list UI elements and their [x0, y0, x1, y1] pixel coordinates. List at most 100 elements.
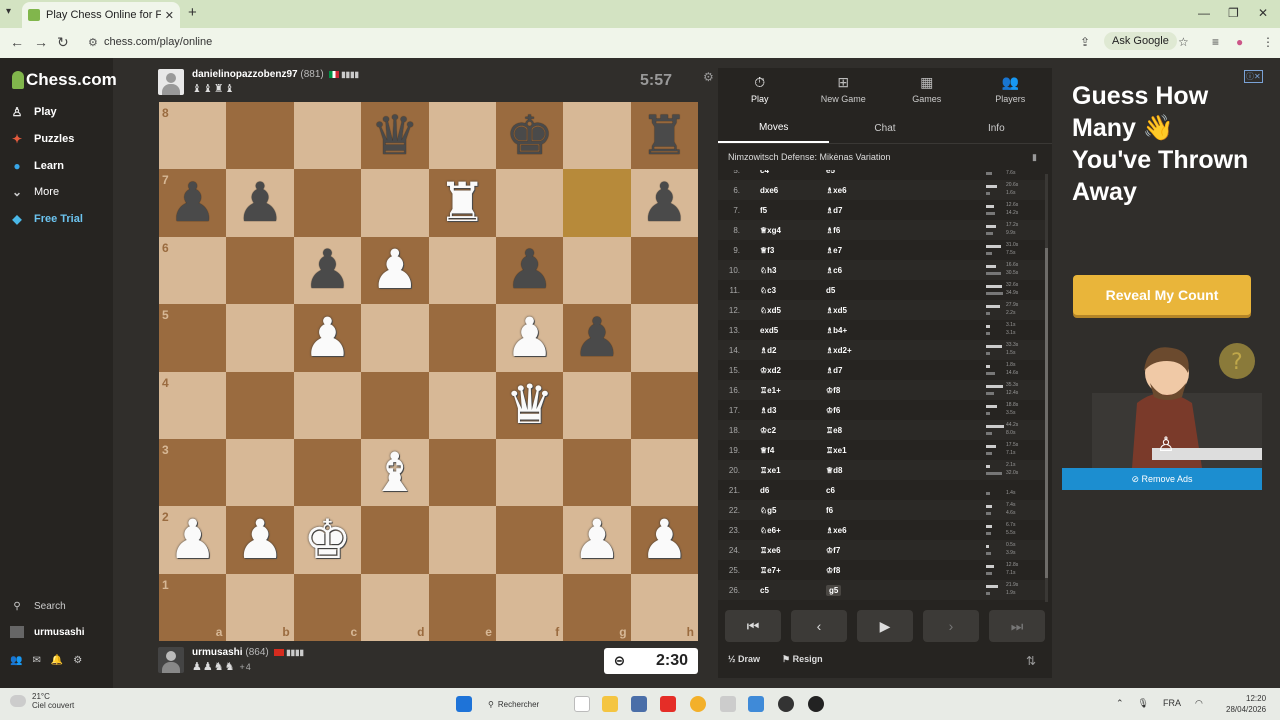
language-indicator[interactable]: FRA [1163, 698, 1181, 709]
address-bar[interactable]: ⚙ chess.com/play/online [80, 32, 1170, 54]
back-icon[interactable]: ← [10, 35, 24, 49]
previous-move-button[interactable]: ‹ [791, 610, 847, 642]
black-move[interactable]: ♗e7 [826, 246, 986, 255]
square-c3[interactable] [293, 438, 362, 507]
book-icon[interactable]: ▮ [1032, 152, 1037, 163]
player-name[interactable]: urmusashi (864) ▮▮▮▮ [192, 647, 304, 658]
black-move[interactable]: ♖xe1 [826, 446, 986, 455]
app-icon-2[interactable] [778, 696, 794, 712]
square-f8[interactable]: ♚ [495, 102, 564, 170]
sidebar-item-free-trial[interactable]: ◆ Free Trial [10, 212, 83, 226]
subtab-chat[interactable]: Chat [829, 114, 940, 143]
opponent-avatar[interactable] [158, 69, 184, 95]
remove-ads-button[interactable]: ⊘ Remove Ads [1062, 468, 1262, 490]
square-h2[interactable]: ♟ [630, 506, 698, 574]
black-move[interactable]: ♔f7 [826, 546, 986, 555]
square-g6[interactable] [563, 236, 631, 305]
square-h6[interactable] [630, 236, 698, 305]
square-b3[interactable] [226, 438, 294, 507]
sidebar-item-learn[interactable]: ● Learn [10, 159, 64, 173]
white-move[interactable]: ♕xg4 [760, 226, 826, 235]
square-b7[interactable]: ♟ [226, 169, 294, 237]
white-move[interactable]: d6 [760, 486, 826, 495]
square-e2[interactable] [428, 506, 496, 574]
reading-list-icon[interactable]: ≡ [1212, 36, 1219, 48]
white-move[interactable]: ♗d3 [760, 406, 826, 415]
square-d1[interactable]: d [361, 573, 429, 641]
square-f6[interactable]: ♟ [495, 236, 564, 305]
black-move[interactable]: ♔f6 [826, 406, 986, 415]
profile-icon[interactable]: ● [1236, 36, 1243, 48]
black-move[interactable]: e5 [826, 170, 986, 175]
square-h1[interactable]: h [630, 573, 698, 641]
forward-move-button[interactable]: › [923, 610, 979, 642]
white-move[interactable]: ♘c3 [760, 286, 826, 295]
square-e4[interactable] [428, 371, 496, 439]
black-move[interactable]: d5 [826, 286, 986, 295]
white-move[interactable]: ♖e1+ [760, 386, 826, 395]
friends-icon[interactable]: 👥 [10, 655, 22, 666]
square-f7[interactable] [495, 169, 564, 237]
settings-app-icon[interactable] [631, 696, 647, 712]
square-b8[interactable] [226, 102, 294, 170]
square-b4[interactable] [226, 371, 294, 439]
taskbar-clock[interactable]: 12:20 28/04/2026 [1226, 693, 1266, 715]
flip-board-icon[interactable]: ⇅ [1026, 654, 1036, 668]
chess-board[interactable]: 8 ♛ ♚ ♜ 7 ♟ ♟ ♜ ♟ 6 ♟ ♟ ♟ 5 ♟ ♟ ♟ 4 ♛ 3 ♝ 2 ♟ ♟ ♚ ♟ ♟ 1 a b c d e f g h [159, 102, 698, 641]
white-rook-e7[interactable]: ♜ [438, 176, 486, 230]
player-avatar[interactable] [158, 647, 184, 673]
browser-menu-icon[interactable]: ⋮ [1262, 36, 1274, 48]
minimize-icon[interactable]: — [1198, 6, 1210, 20]
next-move-button[interactable]: ▶ [857, 610, 913, 642]
tab-list-icon[interactable]: ▾ [6, 6, 11, 17]
mouse-icon[interactable] [720, 696, 736, 712]
square-a6[interactable]: 6 [159, 236, 227, 305]
square-g7[interactable] [563, 169, 631, 237]
black-move[interactable]: ♗xd2+ [826, 346, 986, 355]
square-a5[interactable]: 5 [159, 304, 227, 372]
square-f5[interactable]: ♟ [495, 304, 564, 372]
black-move[interactable]: f6 [826, 506, 986, 515]
square-h5[interactable] [630, 304, 698, 372]
first-move-button[interactable]: ⏮ [725, 610, 781, 642]
square-c8[interactable] [293, 102, 362, 170]
white-move[interactable]: dxe6 [760, 186, 826, 195]
white-move[interactable]: ♖xe6 [760, 546, 826, 555]
square-b1[interactable]: b [226, 573, 294, 641]
square-d5[interactable] [361, 304, 429, 372]
ask-google-button[interactable]: Ask Google [1104, 32, 1177, 50]
black-move[interactable]: ♗c6 [826, 266, 986, 275]
move-list-scroll-thumb[interactable] [1045, 248, 1048, 578]
chesscom-logo[interactable]: Chess.com [12, 70, 117, 90]
square-g2[interactable]: ♟ [563, 506, 631, 574]
square-h8[interactable]: ♜ [630, 102, 698, 170]
app-icon-3[interactable] [808, 696, 824, 712]
black-pawn-c6[interactable]: ♟ [303, 243, 351, 297]
black-move[interactable]: ♕d8 [826, 466, 986, 475]
sidebar-profile[interactable]: urmusashi [10, 626, 85, 638]
square-d6[interactable]: ♟ [361, 236, 429, 305]
last-move-button[interactable]: ⏭ [989, 610, 1045, 642]
white-pawn-b2[interactable]: ♟ [236, 512, 284, 567]
square-d3[interactable]: ♝ [361, 438, 429, 507]
black-move[interactable]: c6 [826, 486, 986, 495]
weather-widget[interactable]: 21°C Ciel couvert [10, 692, 74, 710]
forward-icon[interactable]: → [34, 35, 48, 49]
square-a1[interactable]: 1a [159, 573, 227, 641]
white-move[interactable]: ♗d2 [760, 346, 826, 355]
black-move[interactable]: ♗d7 [826, 206, 986, 215]
white-move[interactable]: ♘g5 [760, 506, 826, 515]
notifications-icon[interactable]: 🔔 [51, 655, 63, 666]
black-pawn-b7[interactable]: ♟ [236, 176, 284, 230]
white-move[interactable]: ♔c2 [760, 426, 826, 435]
square-b2[interactable]: ♟ [226, 506, 294, 574]
black-rook-h8[interactable]: ♜ [640, 108, 688, 163]
bookmark-star-icon[interactable]: ☆ [1178, 36, 1189, 48]
square-d2[interactable] [361, 506, 429, 574]
opening-name[interactable]: Nimzowitsch Defense: Mikėnas Variation [728, 152, 890, 162]
square-c5[interactable]: ♟ [293, 304, 362, 372]
install-app-icon[interactable]: ⇪ [1080, 36, 1090, 48]
square-d7[interactable] [361, 169, 429, 237]
square-d4[interactable] [361, 371, 429, 439]
mic-icon[interactable]: 🎙 [1138, 698, 1149, 709]
